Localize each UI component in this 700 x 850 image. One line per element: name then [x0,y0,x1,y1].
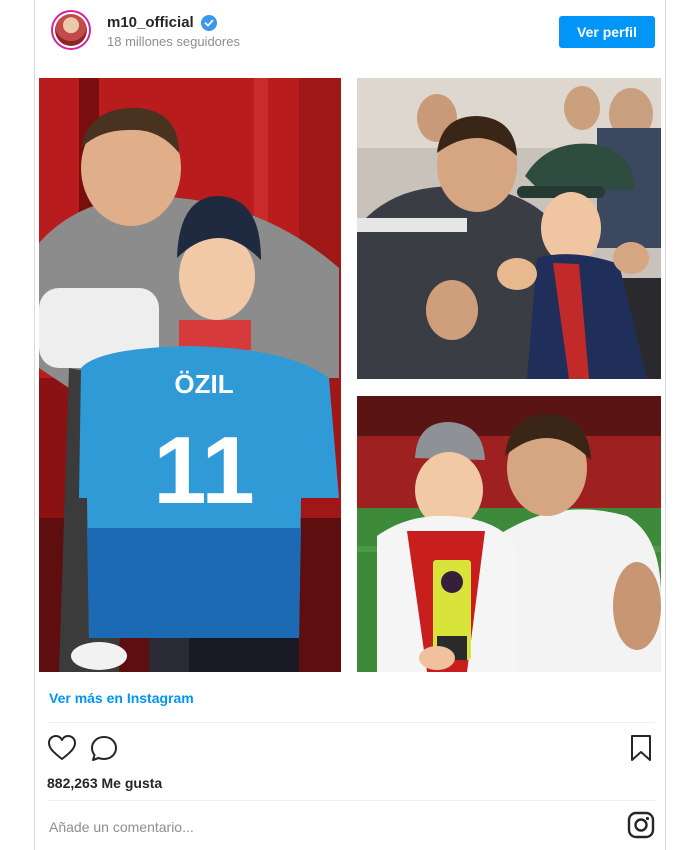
heart-icon[interactable] [47,734,77,762]
shirt-number: 11 [153,417,254,524]
shirt-name: ÖZIL [174,369,233,399]
view-profile-button[interactable]: Ver perfil [559,16,655,48]
photo-main[interactable]: ÖZIL 11 [39,78,341,672]
instagram-icon[interactable] [627,811,655,839]
verified-icon [201,15,217,31]
avatar[interactable] [51,10,91,50]
follower-count: 18 millones seguidores [107,34,240,49]
comment-icon[interactable] [89,734,119,762]
photo-top-right[interactable] [357,78,661,379]
like-count: 882,263 Me gusta [47,775,163,791]
bookmark-icon[interactable] [629,734,653,762]
photo-bottom-right[interactable] [357,396,661,672]
divider [47,800,655,801]
divider [47,722,655,723]
view-more-link[interactable]: Ver más en Instagram [49,690,194,706]
instagram-embed-card: m10_official 18 millones seguidores Ver … [34,0,666,850]
username[interactable]: m10_official [107,14,194,31]
comment-input[interactable] [47,813,611,841]
